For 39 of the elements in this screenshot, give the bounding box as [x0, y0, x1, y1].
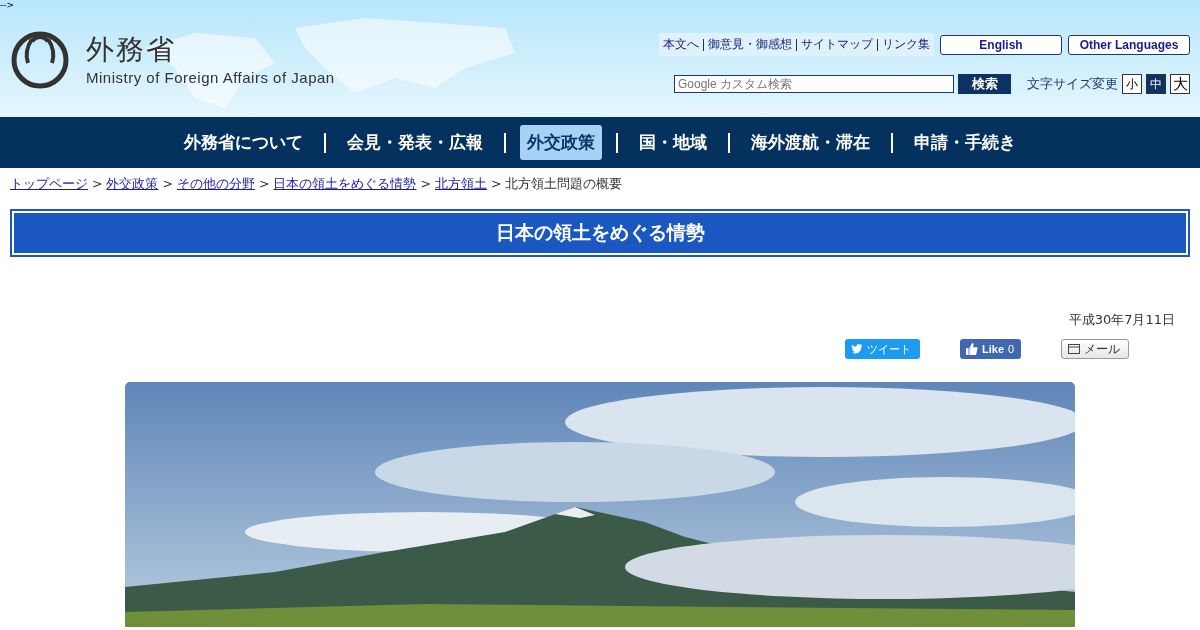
breadcrumb-link[interactable]: 外交政策	[106, 176, 159, 193]
mail-button[interactable]: メール	[1061, 339, 1129, 359]
nav-item[interactable]: 外務省について	[177, 125, 310, 160]
breadcrumb-separator: >	[490, 176, 502, 193]
font-size-label: 文字サイズ変更	[1027, 75, 1118, 93]
font-size-button[interactable]: 大	[1170, 74, 1190, 94]
utility-link[interactable]: リンク集	[882, 36, 930, 53]
nav-item[interactable]: 国・地域	[632, 125, 714, 160]
breadcrumb-link[interactable]: その他の分野	[176, 176, 255, 193]
language-button[interactable]: Other Languages	[1068, 34, 1190, 55]
nav-item[interactable]: 海外渡航・滞在	[744, 125, 877, 160]
search-button[interactable]: 検索	[958, 74, 1011, 94]
date-text: 平成30年7月11日	[1067, 311, 1176, 329]
thumbs-up-icon	[966, 343, 978, 355]
bird-icon	[851, 344, 863, 354]
like-button[interactable]: Like 0	[960, 339, 1021, 359]
breadcrumb-current: 北方領土問題の概要	[505, 176, 623, 193]
breadcrumb-separator: >	[258, 176, 270, 193]
stray-text: -->	[0, 0, 15, 10]
font-size-button[interactable]: 中	[1146, 74, 1166, 94]
font-size-button[interactable]: 小	[1122, 74, 1142, 94]
envelope-icon	[1068, 344, 1080, 354]
nav-item[interactable]: 会見・発表・広報	[340, 125, 490, 160]
nav-item[interactable]: 外交政策	[520, 125, 602, 160]
language-button[interactable]: English	[940, 34, 1062, 55]
nav-item[interactable]: 申請・手続き	[907, 125, 1023, 160]
utility-link[interactable]: サイトマップ	[801, 36, 873, 53]
breadcrumb-link[interactable]: 日本の領土をめぐる情勢	[273, 176, 417, 193]
breadcrumb-link[interactable]: トップページ	[10, 176, 88, 193]
logo-title: 外務省	[86, 32, 177, 68]
breadcrumb-separator: >	[92, 176, 103, 193]
logo-subtitle: Ministry of Foreign Affairs of Japan	[86, 69, 335, 86]
utility-link[interactable]: 御意見・御感想	[708, 36, 792, 53]
breadcrumb-separator: >	[420, 176, 431, 193]
utility-link[interactable]: 本文へ	[663, 36, 699, 53]
search-field[interactable]: Google カスタム検索	[674, 75, 954, 93]
page-title: 日本の領土をめぐる情勢	[495, 220, 705, 245]
breadcrumb-separator: >	[162, 176, 173, 193]
breadcrumb-link[interactable]: 北方領土	[434, 176, 487, 193]
